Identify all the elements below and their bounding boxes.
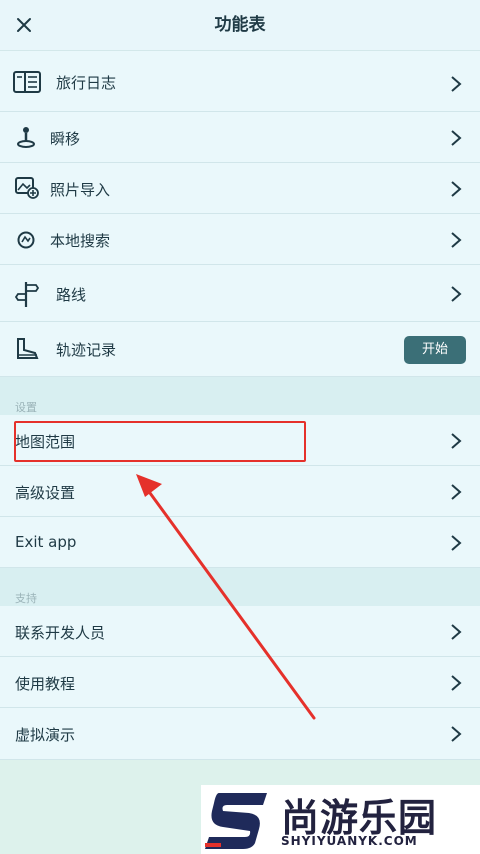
annotation-arrow-icon <box>136 474 316 720</box>
watermark-logo: 尚游乐园 SHYIYUANYK.COM <box>201 785 480 854</box>
s-logo-icon <box>205 793 267 849</box>
watermark-text-en: SHYIYUANYK.COM <box>281 834 418 848</box>
